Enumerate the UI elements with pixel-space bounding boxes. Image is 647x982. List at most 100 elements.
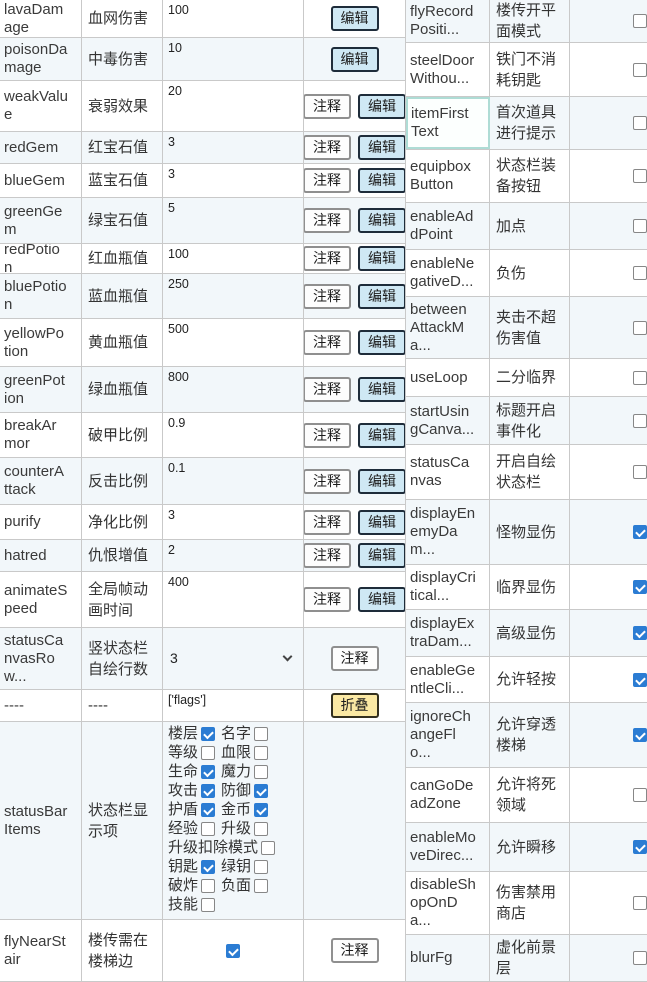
status-item-checkbox[interactable] xyxy=(254,765,268,779)
property-value-cell[interactable]: 20 xyxy=(163,81,304,131)
edit-button[interactable]: 编辑 xyxy=(358,510,405,535)
property-name-cell[interactable]: statusCanvas xyxy=(406,445,490,499)
status-item-checkbox[interactable] xyxy=(254,803,268,817)
property-value-cell[interactable]: 250 xyxy=(163,274,304,318)
property-name-cell[interactable]: greenPotion xyxy=(0,367,82,412)
property-value-checkbox[interactable] xyxy=(633,116,647,130)
property-value-checkbox[interactable] xyxy=(633,63,647,77)
property-name-cell[interactable]: equipboxButton xyxy=(406,150,490,202)
edit-button[interactable]: 编辑 xyxy=(358,587,405,612)
edit-button[interactable]: 编辑 xyxy=(331,47,379,72)
property-value-checkbox[interactable] xyxy=(633,219,647,233)
comment-button[interactable]: 注释 xyxy=(304,208,351,233)
property-name-cell[interactable]: blurFg xyxy=(406,935,490,981)
property-value-checkbox[interactable] xyxy=(633,414,647,428)
status-item-checkbox[interactable] xyxy=(201,784,215,798)
edit-button[interactable]: 编辑 xyxy=(358,246,405,271)
edit-button[interactable]: 编辑 xyxy=(358,208,405,233)
property-name-cell[interactable]: greenGem xyxy=(0,198,82,243)
comment-button[interactable]: 注释 xyxy=(304,135,351,160)
property-value-checkbox[interactable] xyxy=(633,371,647,385)
property-value-checkbox[interactable] xyxy=(633,266,647,280)
edit-button[interactable]: 编辑 xyxy=(358,94,405,119)
property-name-cell[interactable]: enableMoveDirec... xyxy=(406,823,490,871)
property-name-cell[interactable]: ---- xyxy=(0,690,82,721)
property-value-checkbox[interactable] xyxy=(633,728,647,742)
status-item-checkbox[interactable] xyxy=(201,898,215,912)
status-item-checkbox[interactable] xyxy=(201,803,215,817)
property-name-cell[interactable]: counterAttack xyxy=(0,458,82,504)
property-name-cell[interactable]: betweenAttackMa... xyxy=(406,297,490,358)
property-name-cell[interactable]: redGem xyxy=(0,132,82,163)
property-name-cell[interactable]: displayCritical... xyxy=(406,565,490,609)
comment-button[interactable]: 注释 xyxy=(304,330,351,355)
edit-button[interactable]: 编辑 xyxy=(358,135,405,160)
property-value-cell[interactable]: 3 xyxy=(163,164,304,197)
property-name-cell[interactable]: displayExtraDam... xyxy=(406,610,490,656)
property-value-checkbox[interactable] xyxy=(633,14,647,28)
property-name-cell[interactable]: ignoreChangeFlo... xyxy=(406,703,490,767)
comment-button[interactable]: 注释 xyxy=(304,543,351,568)
property-value-cell[interactable]: 500 xyxy=(163,319,304,366)
status-item-checkbox[interactable] xyxy=(201,765,215,779)
comment-button[interactable]: 注释 xyxy=(304,284,351,309)
edit-button[interactable]: 编辑 xyxy=(331,6,379,31)
property-name-cell[interactable]: disableShopOnDa... xyxy=(406,872,490,934)
property-value-checkbox[interactable] xyxy=(633,465,647,479)
property-name-cell[interactable]: enableNegativeD... xyxy=(406,250,490,296)
status-item-checkbox[interactable] xyxy=(201,860,215,874)
status-item-checkbox[interactable] xyxy=(201,879,215,893)
property-value-cell[interactable]: 0.1 xyxy=(163,458,304,504)
property-value-cell[interactable]: 0.9 xyxy=(163,413,304,457)
status-item-checkbox[interactable] xyxy=(254,822,268,836)
property-name-cell[interactable]: displayEnemyDam... xyxy=(406,500,490,564)
property-name-cell[interactable]: hatred xyxy=(0,540,82,571)
property-value-cell[interactable]: ['flags'] xyxy=(163,690,304,721)
status-item-checkbox[interactable] xyxy=(254,860,268,874)
comment-button[interactable]: 注释 xyxy=(304,587,351,612)
status-item-checkbox[interactable] xyxy=(254,727,268,741)
status-item-checkbox[interactable] xyxy=(201,822,215,836)
property-name-cell[interactable]: breakArmor xyxy=(0,413,82,457)
edit-button[interactable]: 编辑 xyxy=(358,423,405,448)
edit-button[interactable]: 编辑 xyxy=(358,330,405,355)
status-item-checkbox[interactable] xyxy=(254,784,268,798)
property-value-checkbox[interactable] xyxy=(633,321,647,335)
edit-button[interactable]: 编辑 xyxy=(358,168,405,193)
property-value-checkbox[interactable] xyxy=(633,788,647,802)
collapse-button[interactable]: 折叠 xyxy=(331,693,379,718)
property-name-cell[interactable]: poisonDamage xyxy=(0,38,82,80)
property-name-cell[interactable]: animateSpeed xyxy=(0,572,82,627)
status-item-checkbox[interactable] xyxy=(254,746,268,760)
property-name-cell[interactable]: canGoDeadZone xyxy=(406,768,490,822)
comment-button[interactable]: 注释 xyxy=(304,246,351,271)
property-value-checkbox[interactable] xyxy=(633,525,647,539)
property-name-cell[interactable]: statusBarItems xyxy=(0,722,82,919)
property-name-cell[interactable]: weakValue xyxy=(0,81,82,131)
status-item-checkbox[interactable] xyxy=(261,841,275,855)
property-value-checkbox[interactable] xyxy=(633,580,647,594)
property-name-cell[interactable]: flyNearStair xyxy=(0,920,82,981)
status-item-checkbox[interactable] xyxy=(254,879,268,893)
property-value-checkbox[interactable] xyxy=(633,673,647,687)
property-name-cell[interactable]: purify xyxy=(0,505,82,539)
property-name-cell[interactable]: enableAddPoint xyxy=(406,203,490,249)
property-name-cell[interactable]: blueGem xyxy=(0,164,82,197)
edit-button[interactable]: 编辑 xyxy=(358,469,405,494)
comment-button[interactable]: 注释 xyxy=(304,510,351,535)
property-name-cell[interactable]: statusCanvasRow... xyxy=(0,628,82,689)
property-name-cell[interactable]: flyRecordPositi... xyxy=(406,0,490,42)
property-value-cell[interactable]: 5 xyxy=(163,198,304,243)
edit-button[interactable]: 编辑 xyxy=(358,377,405,402)
property-value-cell[interactable]: 800 xyxy=(163,367,304,412)
property-value-checkbox[interactable] xyxy=(633,840,647,854)
property-name-cell[interactable]: bluePotion xyxy=(0,274,82,318)
property-name-cell[interactable]: itemFirstText xyxy=(406,97,490,149)
status-item-checkbox[interactable] xyxy=(201,727,215,741)
property-name-cell[interactable]: steelDoorWithou... xyxy=(406,43,490,96)
property-value-cell[interactable]: 3 xyxy=(163,132,304,163)
row-count-select[interactable]: 3 xyxy=(168,651,297,666)
property-value-checkbox[interactable] xyxy=(633,626,647,640)
property-name-cell[interactable]: redPotion xyxy=(0,244,82,273)
property-name-cell[interactable]: useLoop xyxy=(406,359,490,396)
